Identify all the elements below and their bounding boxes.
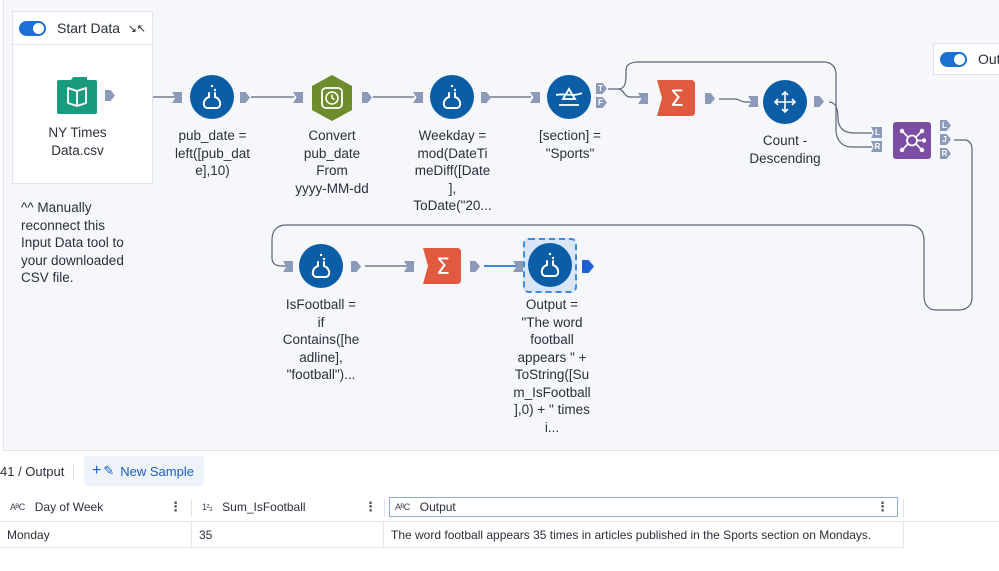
column-header-day-of-week[interactable]: AᴮC Day of Week ⋮ — [10, 493, 190, 521]
number-type-icon: 1²₃ — [202, 502, 213, 512]
clock-icon — [312, 75, 352, 121]
string-type-icon: AᴮC — [10, 502, 25, 512]
container-enable-toggle[interactable] — [19, 20, 46, 36]
move-arrows-icon — [773, 90, 797, 114]
summarize-tool[interactable]: Σ — [423, 248, 461, 284]
column-menu-icon[interactable]: ⋮ — [364, 499, 377, 515]
tool-label: [section] = "Sports" — [539, 128, 601, 161]
svg-text:Σ: Σ — [436, 255, 450, 280]
tool-label-input: NY Times Data.csv — [48, 125, 107, 158]
summarize-tool[interactable]: Σ — [657, 80, 695, 116]
table-row: Monday 35 The word football appears 35 t… — [0, 522, 904, 548]
column-separator[interactable] — [384, 499, 385, 517]
collapse-arrows-icon[interactable]: ↘↖ — [128, 22, 146, 35]
flask-icon — [540, 252, 560, 277]
cell-output[interactable]: The word football appears 35 times in ar… — [384, 522, 904, 548]
results-toolbar: 41 / Output + ✎ New Sample — [0, 452, 999, 490]
column-name: Day of Week — [34, 500, 104, 514]
tool-label: Output = "The word football appears " + … — [513, 297, 591, 435]
sigma-icon: Σ — [657, 80, 695, 116]
filter-tool[interactable] — [547, 75, 591, 119]
join-nodes-icon — [893, 122, 931, 159]
wire — [608, 88, 642, 98]
grid-header: AᴮC Day of Week ⋮ 1²₃ Sum_IsFootball ⋮ A… — [0, 493, 999, 522]
flask-icon — [311, 253, 331, 278]
column-name: Output — [419, 500, 456, 514]
comment-note: ^^ Manually reconnect this Input Data to… — [21, 200, 124, 285]
svg-text:Σ: Σ — [670, 87, 684, 112]
datetime-tool[interactable] — [310, 75, 354, 121]
formula-tool-weekday[interactable] — [430, 75, 474, 119]
formula-tool-output[interactable] — [528, 243, 572, 287]
results-breadcrumb: 41 / Output — [0, 464, 65, 479]
column-separator[interactable] — [903, 499, 904, 517]
column-header-sum-isfootball[interactable]: 1²₃ Sum_IsFootball ⋮ — [202, 493, 385, 521]
book-icon — [57, 77, 97, 114]
column-menu-icon[interactable]: ⋮ — [876, 499, 889, 515]
column-header-output[interactable]: AᴮC Output ⋮ — [389, 497, 898, 517]
sigma-icon: Σ — [423, 248, 461, 284]
toolbar-divider — [73, 464, 74, 480]
container-title: Out — [978, 51, 999, 67]
flask-icon — [202, 84, 222, 109]
container-header-start-data[interactable]: Start Data ↘↖ — [12, 11, 153, 45]
tool-label: Weekday = mod(DateTi meDiff([Date ], ToD… — [413, 128, 492, 213]
join-tool[interactable] — [893, 122, 931, 159]
new-sample-label: New Sample — [120, 463, 194, 479]
tool-label: pub_date = left([pub_dat e],10) — [174, 128, 251, 178]
column-menu-icon[interactable]: ⋮ — [169, 499, 182, 515]
tool-label: Convert pub_date From yyyy-MM-dd — [295, 128, 369, 196]
plus-icon: + — [92, 462, 102, 479]
cell-sum-isfootball[interactable]: 35 — [192, 522, 384, 548]
eyedropper-icon: ✎ — [103, 463, 115, 478]
container-title: Start Data — [57, 20, 121, 36]
flask-icon — [442, 84, 462, 109]
column-separator[interactable] — [191, 499, 192, 517]
string-type-icon: AᴮC — [395, 502, 410, 512]
tool-label: IsFootball = if Contains([he adline], "f… — [282, 297, 360, 382]
formula-tool-pub-date[interactable] — [190, 75, 234, 119]
container-header-output[interactable]: Out — [933, 43, 999, 75]
formula-tool-isfootball[interactable] — [299, 244, 343, 288]
column-name: Sum_IsFootball — [222, 500, 306, 514]
sort-tool[interactable] — [763, 80, 807, 124]
tool-label: Count - Descending — [749, 133, 821, 166]
cell-day-of-week[interactable]: Monday — [0, 522, 192, 548]
container-enable-toggle[interactable] — [940, 51, 967, 67]
input-data-tool[interactable] — [57, 76, 97, 114]
wire — [828, 101, 872, 134]
new-sample-button[interactable]: + ✎ New Sample — [84, 456, 204, 486]
filter-icon — [555, 87, 583, 106]
container-body-start-data — [12, 45, 153, 184]
